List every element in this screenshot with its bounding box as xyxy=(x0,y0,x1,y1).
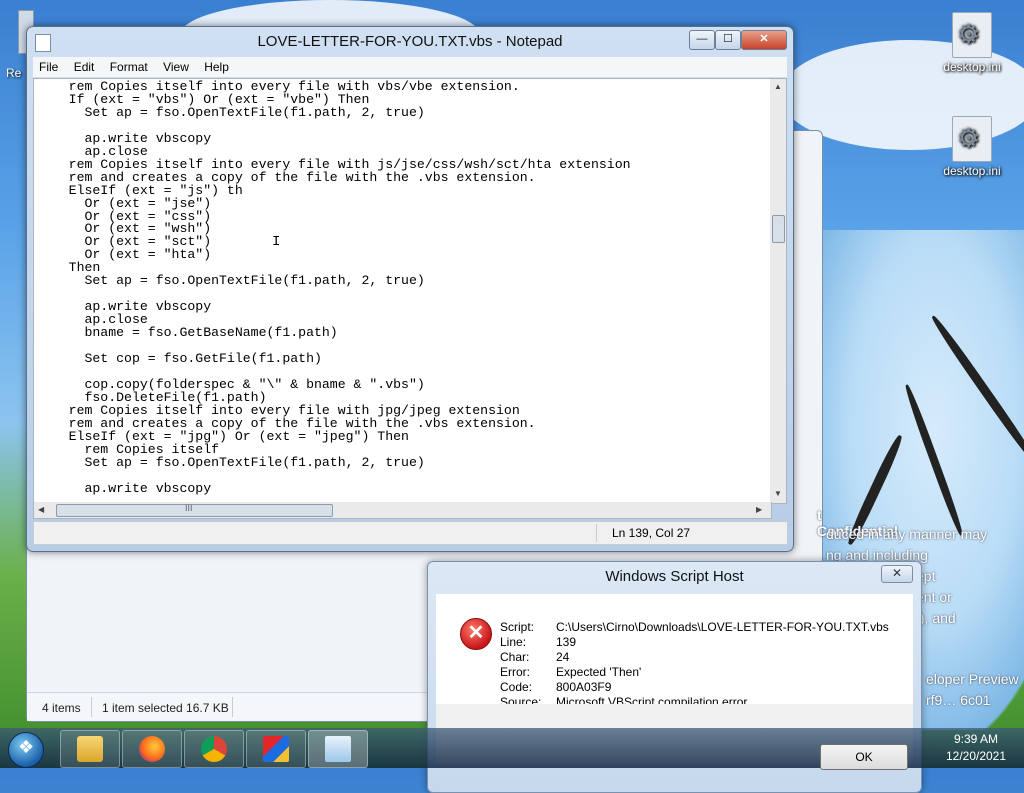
cursor-position: Ln 139, Col 27 xyxy=(612,526,691,540)
minimize-button[interactable]: — xyxy=(689,30,715,50)
dialog-close-button[interactable]: ✕ xyxy=(881,565,913,583)
taskbar-notepad[interactable] xyxy=(308,730,368,768)
desktop-icon-label: desktop.ini xyxy=(943,164,1001,178)
app-icon xyxy=(263,736,289,762)
taskbar-explorer[interactable] xyxy=(60,730,120,768)
firefox-icon xyxy=(139,736,165,762)
taskbar-firefox[interactable] xyxy=(122,730,182,768)
field-value: 139 xyxy=(556,635,577,649)
horizontal-scrollbar[interactable]: ◀ III ▶ xyxy=(33,502,772,519)
field-label: Line: xyxy=(500,635,527,649)
status-separator xyxy=(232,697,233,717)
items-count: 4 items xyxy=(42,701,81,715)
field-label: Char: xyxy=(500,650,530,664)
system-clock[interactable]: 9:39 AM 12/20/2021 xyxy=(936,732,1016,763)
field-label: Error: xyxy=(500,665,530,679)
window-title: LOVE-LETTER-FOR-YOU.TXT.vbs - Notepad xyxy=(257,33,563,50)
desktop-icon-desktop-ini[interactable]: desktop.ini xyxy=(937,12,1007,74)
field-value: Expected 'Then' xyxy=(556,665,642,679)
field-code: Code: 800A03F9 xyxy=(500,680,611,694)
vertical-scrollbar[interactable]: ▲ ▼ xyxy=(770,78,787,504)
mouse-ibeam-cursor-icon: I xyxy=(272,234,281,250)
start-button[interactable] xyxy=(4,730,48,768)
scroll-up-arrow-icon[interactable]: ▲ xyxy=(774,82,782,91)
dialog-body: ✕ Script: C:\Users\Cirno\Downloads\LOVE-L… xyxy=(436,594,913,709)
field-label: Script: xyxy=(500,620,535,634)
scroll-grip: III xyxy=(185,503,193,513)
scroll-left-arrow-icon[interactable]: ◀ xyxy=(38,505,44,514)
settings-file-icon xyxy=(952,12,992,58)
wallpaper-text-line: duced in any manner may xyxy=(826,526,988,542)
code-content: rem Copies itself into every file with v… xyxy=(68,79,631,496)
desktop-icon-label: Re xyxy=(6,66,22,80)
desktop-icon-label: desktop.ini xyxy=(943,60,1001,74)
settings-file-icon xyxy=(952,116,992,162)
taskbar-app[interactable] xyxy=(246,730,306,768)
field-line: Line: 139 xyxy=(500,635,576,649)
field-value: 800A03F9 xyxy=(556,680,612,694)
maximize-button[interactable]: ☐ xyxy=(715,30,741,50)
menu-help[interactable]: Help xyxy=(198,57,235,74)
notepad-icon xyxy=(325,736,351,762)
status-separator xyxy=(91,697,92,717)
selection-info: 1 item selected 16.7 KB xyxy=(102,701,229,715)
chrome-icon xyxy=(201,736,227,762)
status-bar: Ln 139, Col 27 xyxy=(33,521,788,545)
menu-bar: File Edit Format View Help xyxy=(33,57,787,78)
windows-logo-icon xyxy=(8,732,44,768)
field-label: Code: xyxy=(500,680,533,694)
field-value: C:\Users\Cirno\Downloads\LOVE-LETTER-FOR… xyxy=(556,620,889,634)
taskbar-chrome[interactable] xyxy=(184,730,244,768)
menu-edit[interactable]: Edit xyxy=(68,57,101,74)
clock-time: 9:39 AM xyxy=(953,732,999,746)
text-editor[interactable]: rem Copies itself into every file with v… xyxy=(33,78,772,504)
field-error: Error: Expected 'Then' xyxy=(500,665,641,679)
folder-icon xyxy=(77,736,103,762)
menu-format[interactable]: Format xyxy=(104,57,154,74)
ok-button[interactable]: OK xyxy=(820,744,908,770)
field-value: 24 xyxy=(556,650,570,664)
vertical-scroll-thumb[interactable] xyxy=(772,215,785,243)
close-button[interactable]: ✕ xyxy=(741,30,787,50)
notepad-window[interactable]: LOVE-LETTER-FOR-YOU.TXT.vbs - Notepad — … xyxy=(26,26,794,552)
scroll-right-arrow-icon[interactable]: ▶ xyxy=(756,505,762,514)
field-char: Char: 24 xyxy=(500,650,569,664)
clock-date: 12/20/2021 xyxy=(945,749,1007,763)
horizontal-scroll-thumb[interactable]: III xyxy=(56,503,333,517)
desktop-icon-desktop-ini[interactable]: desktop.ini xyxy=(937,116,1007,178)
error-icon: ✕ xyxy=(460,618,492,650)
menu-file[interactable]: File xyxy=(33,57,64,74)
scroll-down-arrow-icon[interactable]: ▼ xyxy=(774,489,782,498)
field-script: Script: C:\Users\Cirno\Downloads\LOVE-LET… xyxy=(500,620,889,634)
status-separator xyxy=(596,524,597,542)
menu-view[interactable]: View xyxy=(157,57,195,74)
dialog-title: Windows Script Host xyxy=(605,568,744,585)
